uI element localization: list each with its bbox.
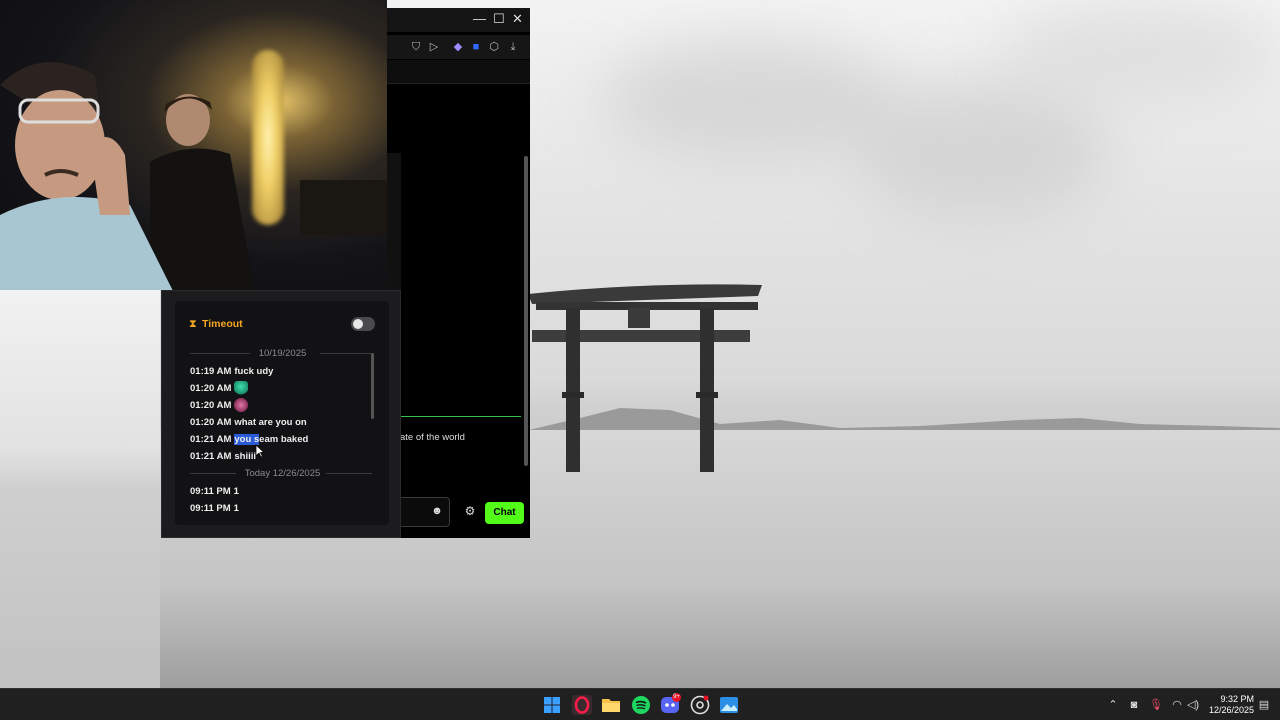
taskbar: 9+ ⌃ ◙ 🎙 ◠ ◁) 9:32 PM 12/26/2025 ▤: [0, 688, 1280, 720]
puzzle-icon[interactable]: ⬡: [487, 40, 501, 54]
chat-send-button[interactable]: Chat: [485, 502, 524, 524]
gear-icon[interactable]: ⚙: [463, 504, 477, 518]
lamp-light: [252, 50, 284, 225]
lake-left: [0, 290, 160, 688]
chat-message-fragment: ate of the world: [400, 432, 465, 443]
download-icon[interactable]: ⤓: [506, 40, 520, 54]
timeout-toggle[interactable]: [351, 317, 375, 331]
date-separator: 10/19/2025: [190, 345, 375, 361]
close-button[interactable]: ✕: [512, 12, 523, 26]
timeout-header: ⧗ Timeout: [189, 315, 379, 335]
chrome-icon[interactable]: [690, 695, 710, 715]
log-row: 09:11 PM 1: [190, 503, 239, 514]
clock-date: 12/26/2025: [1208, 705, 1254, 715]
file-explorer-icon[interactable]: [601, 695, 621, 715]
volume-icon[interactable]: ◁): [1186, 698, 1200, 712]
opera-gx-icon[interactable]: [572, 695, 592, 715]
toggle-knob: [353, 319, 363, 329]
browser-toolbar: ⛉ ▷ ◆ ■ ⬡ ⤓: [387, 35, 530, 59]
windows-start-icon[interactable]: [542, 695, 562, 715]
timeout-popup: ⧗ Timeout 10/19/2025 01:19 AM fuck udy 01…: [161, 290, 401, 538]
mouse-cursor-icon: [255, 444, 265, 458]
message-log: 10/19/2025 01:19 AM fuck udy 01:20 AM 01:…: [190, 345, 375, 520]
log-row: 01:20 AM: [190, 380, 375, 397]
microphone-icon[interactable]: 🎙: [1149, 698, 1163, 712]
date-separator: Today 12/26/2025: [190, 465, 375, 481]
person-foreground: [0, 62, 173, 290]
popup-title: Timeout: [202, 318, 243, 330]
chat-scrollbar[interactable]: [524, 156, 528, 466]
notification-icon[interactable]: ▤: [1257, 698, 1271, 712]
message-divider: [401, 416, 521, 417]
wallet-icon[interactable]: ■: [469, 40, 483, 54]
log-row: 01:21 AM you seam baked: [190, 434, 309, 445]
chat-input[interactable]: ☻: [397, 497, 450, 527]
shelf: [300, 180, 387, 235]
emoji-icon[interactable]: ☻: [431, 505, 443, 517]
wifi-icon[interactable]: ◠: [1170, 698, 1184, 712]
window-titlebar: — ☐ ✕: [387, 8, 530, 32]
spotify-icon[interactable]: [631, 695, 651, 715]
system-clock[interactable]: 9:32 PM 12/26/2025: [1206, 694, 1254, 716]
clock-time: 9:32 PM: [1220, 694, 1254, 704]
chat-app-window: — ☐ ✕ ⛉ ▷ ◆ ■ ⬡ ⤓ ate of the world ☻ ⚙ C…: [387, 8, 530, 538]
log-row: 01:21 AM shiiii: [190, 451, 257, 462]
shield-icon[interactable]: ⛉: [409, 40, 423, 54]
play-icon[interactable]: ▷: [427, 40, 441, 54]
webcam-overlay: [0, 0, 387, 290]
minimize-button[interactable]: —: [473, 12, 486, 26]
pink-emote-icon: [234, 398, 249, 413]
log-row: 01:20 AM: [190, 397, 375, 414]
torii-gate: [528, 284, 762, 472]
log-row: 01:19 AM fuck udy: [190, 366, 274, 377]
chevron-up-icon[interactable]: ⌃: [1106, 698, 1120, 712]
discord-badge: 9+: [672, 693, 681, 702]
app-tabbar: [387, 60, 530, 84]
log-row: 01:20 AM what are you on: [190, 417, 307, 428]
hourglass-icon: ⧗: [189, 318, 197, 330]
log-row: 09:11 PM 1: [190, 486, 239, 497]
extension-icon[interactable]: ◆: [451, 40, 465, 54]
discord-tray-icon[interactable]: ◙: [1127, 698, 1141, 712]
timeout-panel: ⧗ Timeout 10/19/2025 01:19 AM fuck udy 01…: [175, 301, 389, 525]
photos-icon[interactable]: [719, 695, 739, 715]
maximize-button[interactable]: ☐: [493, 12, 505, 26]
green-emote-icon: [234, 381, 249, 396]
